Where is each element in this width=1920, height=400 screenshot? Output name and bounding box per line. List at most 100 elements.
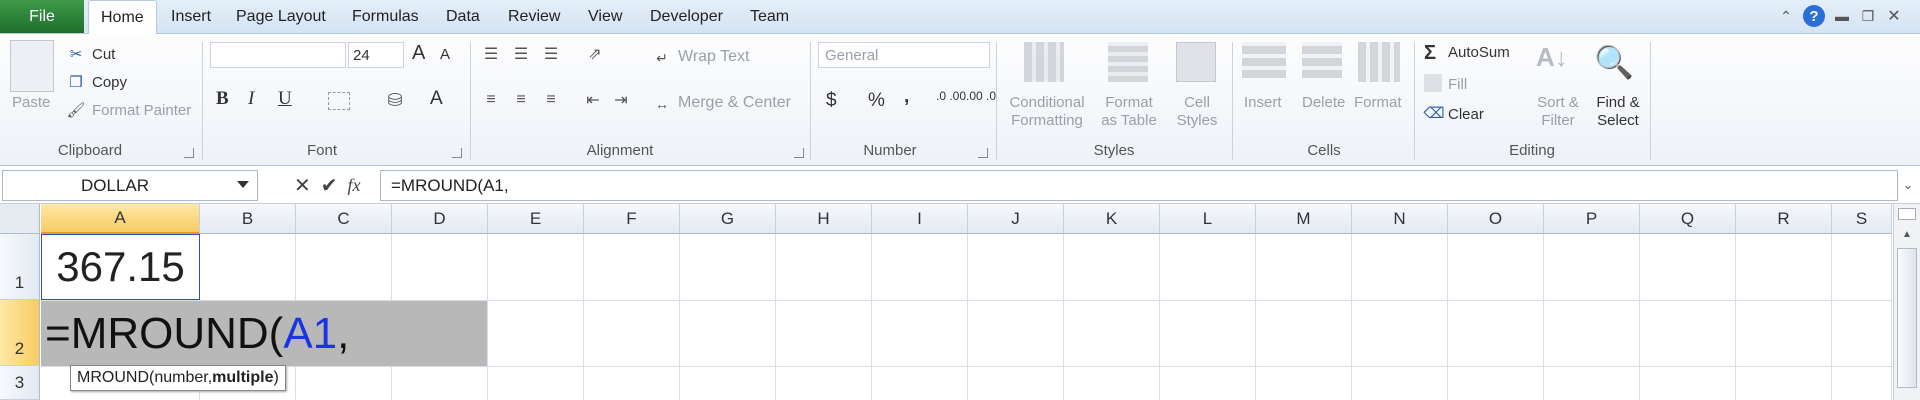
file-tab[interactable]: File [0, 0, 84, 33]
cell-a2-editor[interactable]: =MROUND(A1, [41, 301, 487, 366]
wrap-text-button[interactable]: Wrap Text [678, 48, 749, 66]
align-center-icon[interactable]: ≡ [510, 90, 532, 110]
orientation-icon[interactable]: ⇗ [582, 44, 608, 64]
column-header-a[interactable]: A [41, 204, 200, 234]
paste-button[interactable]: Paste [12, 94, 50, 111]
help-icon[interactable]: ? [1803, 5, 1825, 27]
vertical-scrollbar[interactable]: ▲ [1893, 204, 1920, 400]
formula-input[interactable]: =MROUND(A1, [380, 170, 1898, 201]
column-header-n[interactable]: N [1352, 204, 1448, 234]
column-header-f[interactable]: F [584, 204, 680, 234]
align-middle-icon[interactable]: ☰ [510, 44, 532, 64]
bold-button[interactable]: B [216, 88, 229, 110]
name-box-dropdown-icon[interactable] [237, 181, 249, 188]
tab-home[interactable]: Home [88, 0, 157, 35]
column-header-s[interactable]: S [1832, 204, 1892, 234]
italic-button[interactable]: I [248, 88, 254, 110]
format-painter-button[interactable]: Format Painter [92, 102, 191, 119]
paste-icon[interactable] [10, 40, 54, 92]
merge-center-button[interactable]: Merge & Center [678, 94, 791, 112]
column-header-i[interactable]: I [872, 204, 968, 234]
currency-button[interactable]: $ [826, 90, 837, 112]
grow-font-button[interactable]: A [412, 42, 425, 65]
column-header-h[interactable]: H [776, 204, 872, 234]
autosum-button[interactable]: AutoSum [1448, 44, 1510, 61]
fill-button[interactable]: Fill [1448, 76, 1467, 93]
delete-button[interactable]: Delete [1302, 94, 1345, 111]
row-header-1[interactable]: 1 [0, 234, 40, 300]
sort-filter-button[interactable]: Sort & Filter [1532, 94, 1584, 130]
font-name-dropdown[interactable] [210, 42, 346, 68]
column-header-m[interactable]: M [1256, 204, 1352, 234]
number-format-dropdown[interactable]: General [818, 42, 990, 68]
underline-button[interactable]: U [278, 88, 292, 110]
column-header-r[interactable]: R [1736, 204, 1832, 234]
alignment-launcher-icon[interactable] [794, 148, 804, 158]
column-header-o[interactable]: O [1448, 204, 1544, 234]
cell-styles-button[interactable]: Cell Styles [1170, 94, 1224, 130]
fill-color-icon[interactable]: ⛁ [384, 88, 406, 112]
column-header-k[interactable]: K [1064, 204, 1160, 234]
insert-button[interactable]: Insert [1244, 94, 1282, 111]
column-header-p[interactable]: P [1544, 204, 1640, 234]
align-bottom-icon[interactable]: ☰ [540, 44, 562, 64]
scrollbar-thumb[interactable] [1897, 248, 1917, 388]
tab-formulas[interactable]: Formulas [352, 0, 419, 34]
tab-review[interactable]: Review [508, 0, 560, 34]
minimize-ribbon-icon[interactable]: ⌃ [1776, 6, 1796, 26]
column-header-e[interactable]: E [488, 204, 584, 234]
borders-icon[interactable] [328, 92, 350, 110]
copy-button[interactable]: Copy [92, 74, 127, 91]
window-close-icon[interactable]: ✕ [1884, 6, 1904, 26]
window-restore-icon[interactable]: ❐ [1858, 6, 1878, 26]
row-header-2[interactable]: 2 [0, 300, 40, 366]
name-box[interactable]: DOLLAR [2, 170, 258, 201]
column-header-q[interactable]: Q [1640, 204, 1736, 234]
select-all-corner[interactable] [0, 204, 40, 234]
shrink-font-button[interactable]: A [440, 46, 450, 63]
expand-formula-bar-icon[interactable]: ⌄ [1900, 175, 1916, 195]
window-minimize-icon[interactable]: ▬ [1832, 6, 1852, 26]
clipboard-launcher-icon[interactable] [184, 148, 194, 158]
align-top-icon[interactable]: ☰ [480, 44, 502, 64]
tab-insert[interactable]: Insert [171, 0, 211, 34]
insert-function-icon[interactable]: fx [348, 175, 361, 196]
comma-button[interactable]: , [904, 86, 909, 108]
split-box[interactable] [1898, 208, 1916, 220]
tab-team[interactable]: Team [750, 0, 789, 34]
styles-group-label: Styles [1093, 142, 1135, 159]
number-launcher-icon[interactable] [978, 148, 988, 158]
conditional-formatting-button[interactable]: Conditional Formatting [1004, 94, 1090, 130]
increase-indent-icon[interactable]: ⇥ [610, 90, 632, 110]
font-launcher-icon[interactable] [452, 148, 462, 158]
row-header-3[interactable]: 3 [0, 366, 40, 400]
cell-a1[interactable]: 367.15 [41, 234, 200, 300]
scroll-up-icon[interactable]: ▲ [1898, 226, 1916, 242]
format-as-table-button[interactable]: Format as Table [1090, 94, 1168, 130]
column-header-g[interactable]: G [680, 204, 776, 234]
font-size-dropdown[interactable]: 24 [348, 42, 404, 68]
tab-page-layout[interactable]: Page Layout [236, 0, 326, 34]
font-color-button[interactable]: A [430, 88, 443, 110]
clear-button[interactable]: Clear [1448, 106, 1484, 123]
column-header-l[interactable]: L [1160, 204, 1256, 234]
column-header-b[interactable]: B [200, 204, 296, 234]
column-header-c[interactable]: C [296, 204, 392, 234]
decrease-indent-icon[interactable]: ⇤ [582, 90, 604, 110]
tab-view[interactable]: View [588, 0, 622, 34]
find-select-button[interactable]: Find & Select [1590, 94, 1646, 130]
format-button[interactable]: Format [1354, 94, 1402, 111]
increase-decimal-button[interactable]: .0 .00 [936, 90, 966, 102]
percent-button[interactable]: % [868, 90, 885, 112]
align-right-icon[interactable]: ≡ [540, 90, 562, 110]
enter-icon[interactable]: ✔ [321, 173, 338, 198]
column-header-d[interactable]: D [392, 204, 488, 234]
tooltip-signature: MROUND(number, [77, 369, 213, 386]
cancel-icon[interactable]: ✕ [294, 173, 311, 198]
tab-developer[interactable]: Developer [650, 0, 723, 34]
cut-button[interactable]: Cut [92, 46, 115, 63]
tab-data[interactable]: Data [446, 0, 480, 34]
align-left-icon[interactable]: ≡ [480, 90, 502, 110]
decrease-decimal-button[interactable]: .00 .0 [966, 90, 996, 102]
column-header-j[interactable]: J [968, 204, 1064, 234]
